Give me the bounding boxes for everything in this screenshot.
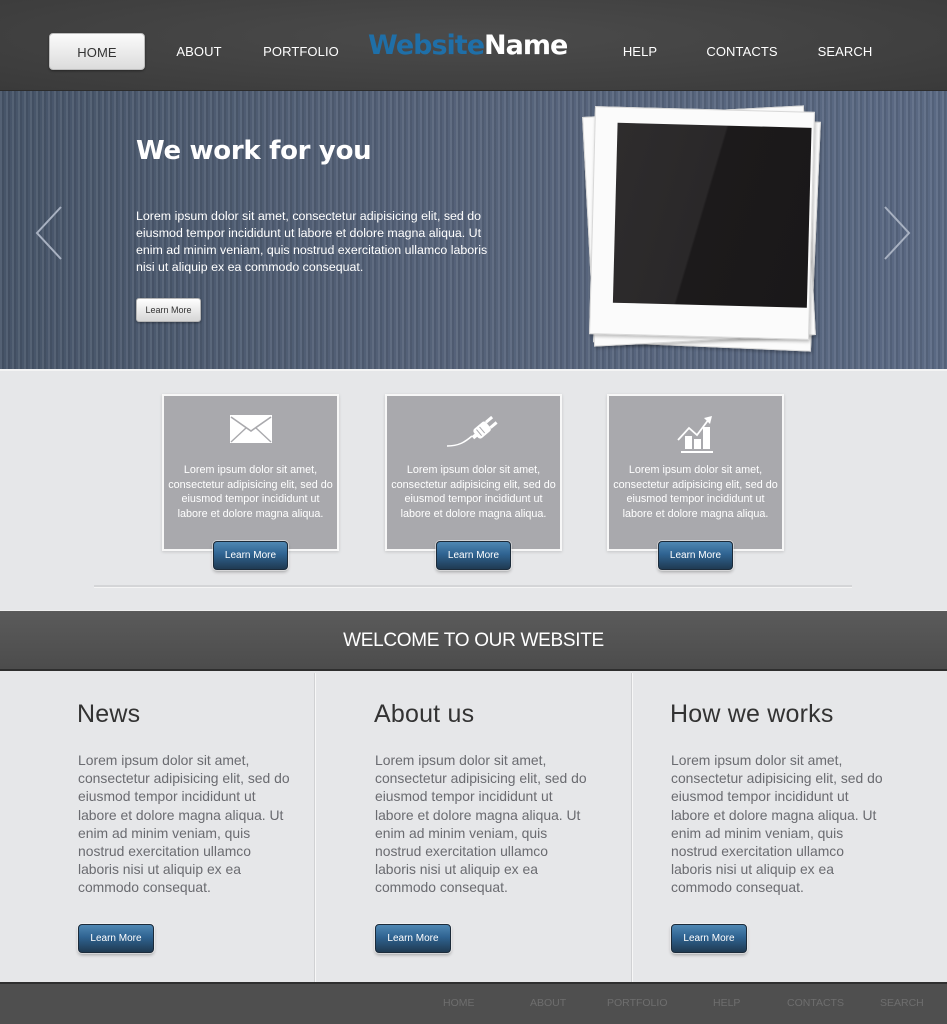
column-how-we-works: How we works Lorem ipsum dolor sit amet,… bbox=[670, 673, 947, 982]
info-columns: News Lorem ipsum dolor sit amet, consect… bbox=[0, 673, 947, 982]
logo-part-name: Name bbox=[484, 30, 568, 61]
feature-learn-more-button[interactable]: Learn More bbox=[436, 541, 511, 570]
nav-contacts[interactable]: CONTACTS bbox=[700, 33, 784, 70]
column-title: About us bbox=[374, 700, 475, 728]
nav-search[interactable]: SEARCH bbox=[812, 33, 878, 70]
feature-text: Lorem ipsum dolor sit amet, consectetur … bbox=[391, 464, 556, 520]
column-separator bbox=[314, 673, 316, 982]
footer-nav-contacts[interactable]: CONTACTS bbox=[787, 997, 844, 1009]
polaroid-photo-stack bbox=[576, 105, 832, 357]
slider-next-button[interactable] bbox=[882, 206, 912, 260]
plug-icon bbox=[445, 414, 503, 453]
nav-home[interactable]: HOME bbox=[49, 33, 145, 70]
footer-nav-search[interactable]: SEARCH bbox=[880, 997, 924, 1009]
column-separator bbox=[631, 673, 633, 982]
nav-about[interactable]: ABOUT bbox=[168, 33, 230, 70]
hero-slider: We work for you Lorem ipsum dolor sit am… bbox=[0, 91, 947, 371]
envelope-icon bbox=[229, 414, 273, 449]
site-footer: HOME ABOUT PORTFOLIO HELP CONTACTS SEARC… bbox=[0, 982, 947, 1024]
nav-help[interactable]: HELP bbox=[614, 33, 666, 70]
column-text: Lorem ipsum dolor sit amet, consectetur … bbox=[671, 752, 883, 896]
site-logo[interactable]: WebsiteName bbox=[368, 26, 568, 66]
logo-part-website: Website bbox=[368, 30, 485, 61]
column-learn-more-button[interactable]: Learn More bbox=[78, 924, 154, 953]
column-learn-more-button[interactable]: Learn More bbox=[671, 924, 747, 953]
feature-card: Lorem ipsum dolor sit amet, consectetur … bbox=[385, 394, 562, 551]
column-title: News bbox=[77, 700, 141, 728]
column-text: Lorem ipsum dolor sit amet, consectetur … bbox=[78, 752, 290, 896]
footer-nav-about[interactable]: ABOUT bbox=[530, 997, 566, 1009]
column-learn-more-button[interactable]: Learn More bbox=[375, 924, 451, 953]
column-news: News Lorem ipsum dolor sit amet, consect… bbox=[77, 673, 367, 982]
chevron-left-icon bbox=[35, 206, 62, 260]
section-divider bbox=[94, 585, 852, 588]
chevron-right-icon bbox=[884, 206, 911, 260]
site-header: HOME ABOUT PORTFOLIO WebsiteName HELP CO… bbox=[0, 0, 947, 91]
feature-learn-more-button[interactable]: Learn More bbox=[658, 541, 733, 570]
footer-nav-portfolio[interactable]: PORTFOLIO bbox=[607, 997, 667, 1009]
feature-text: Lorem ipsum dolor sit amet, consectetur … bbox=[168, 464, 333, 520]
footer-nav-help[interactable]: HELP bbox=[713, 997, 740, 1009]
features-section: Lorem ipsum dolor sit amet, consectetur … bbox=[0, 373, 947, 610]
feature-card: Lorem ipsum dolor sit amet, consectetur … bbox=[607, 394, 784, 551]
slider-prev-button[interactable] bbox=[34, 206, 64, 260]
feature-text: Lorem ipsum dolor sit amet, consectetur … bbox=[613, 464, 778, 520]
welcome-banner: WELCOME TO OUR WEBSITE bbox=[0, 610, 947, 671]
column-text: Lorem ipsum dolor sit amet, consectetur … bbox=[375, 752, 587, 896]
welcome-title: WELCOME TO OUR WEBSITE bbox=[343, 630, 604, 651]
column-about-us: About us Lorem ipsum dolor sit amet, con… bbox=[374, 673, 664, 982]
hero-learn-more-button[interactable]: Learn More bbox=[136, 298, 201, 322]
nav-portfolio[interactable]: PORTFOLIO bbox=[260, 33, 342, 70]
feature-learn-more-button[interactable]: Learn More bbox=[213, 541, 288, 570]
growth-chart-icon bbox=[676, 414, 716, 459]
footer-nav-home[interactable]: HOME bbox=[443, 997, 475, 1009]
feature-card: Lorem ipsum dolor sit amet, consectetur … bbox=[162, 394, 339, 551]
column-title: How we works bbox=[670, 700, 834, 728]
hero-title: We work for you bbox=[136, 136, 372, 166]
photo-placeholder bbox=[612, 122, 812, 308]
polaroid-front bbox=[589, 106, 815, 340]
hero-text: Lorem ipsum dolor sit amet, consectetur … bbox=[136, 209, 488, 274]
